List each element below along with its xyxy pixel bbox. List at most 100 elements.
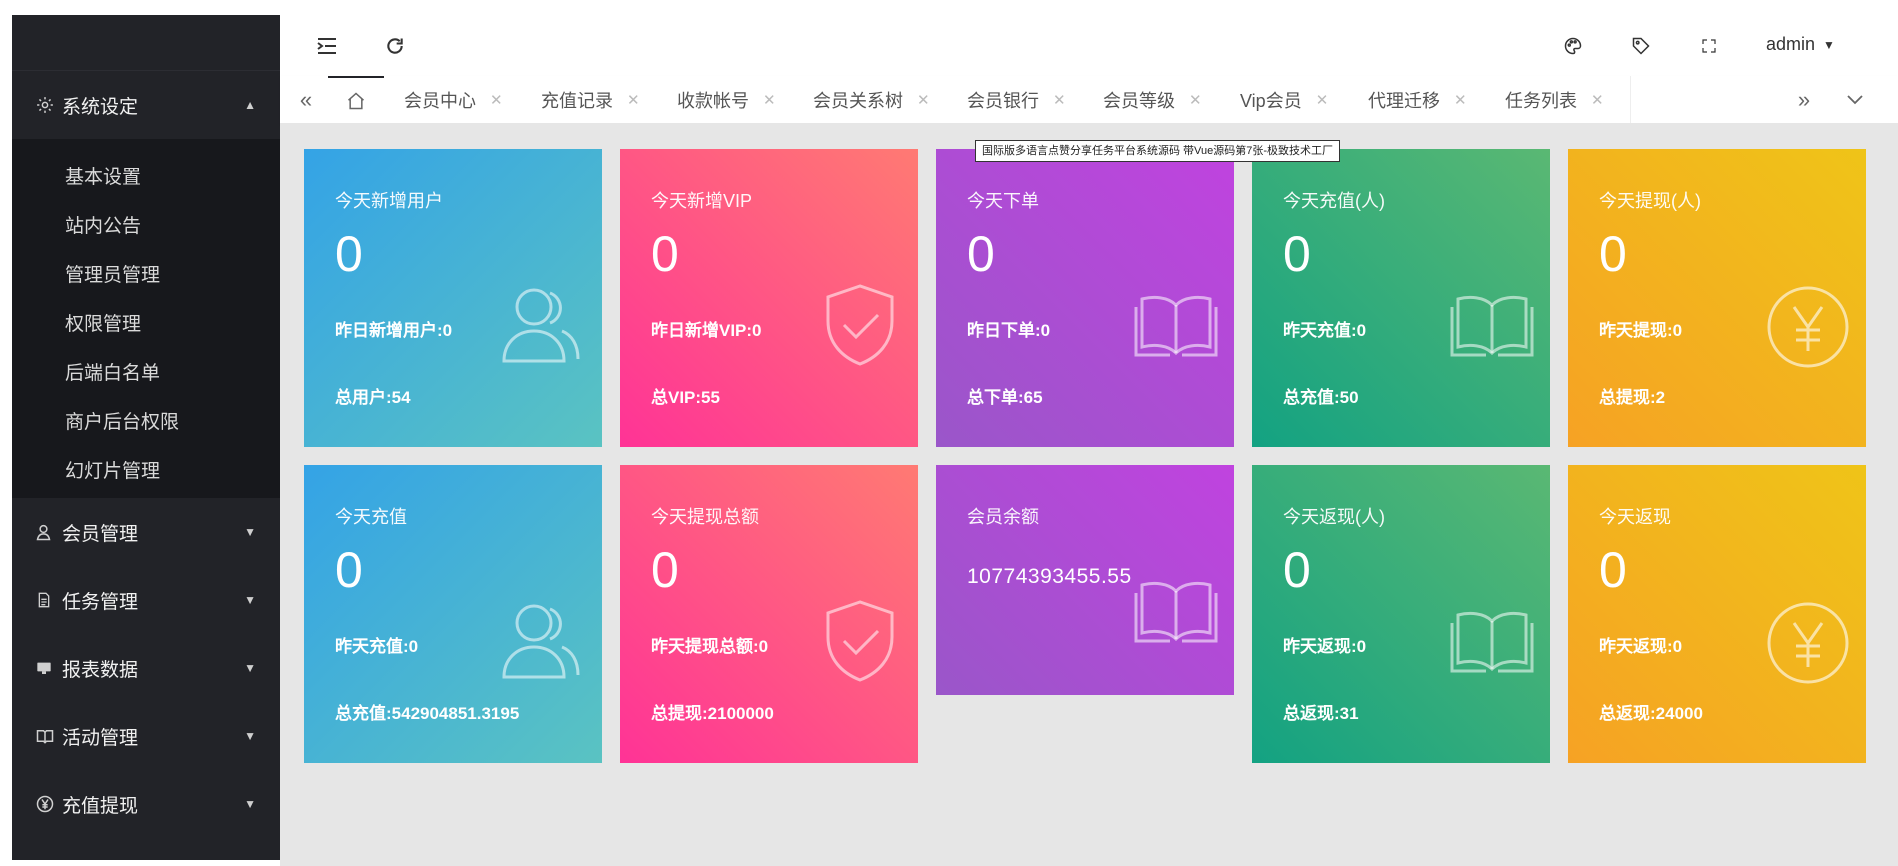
card-total: 总提现:2 bbox=[1599, 388, 1666, 407]
yen-circle-icon bbox=[1767, 602, 1849, 684]
shield-check-icon bbox=[826, 600, 894, 682]
card-total: 总用户:54 bbox=[335, 388, 411, 407]
card-yesterday: 昨天返现:0 bbox=[1283, 637, 1367, 656]
tab-member-tree[interactable]: 会员关系树 ✕ bbox=[813, 76, 930, 123]
card-title: 今天返现 bbox=[1599, 507, 1671, 527]
yen-icon bbox=[36, 795, 62, 813]
card-title: 今天提现(人) bbox=[1599, 191, 1701, 211]
tab-home[interactable] bbox=[328, 76, 384, 123]
close-icon[interactable]: ✕ bbox=[490, 91, 503, 109]
tab-member-banks[interactable]: 会员银行 ✕ bbox=[967, 76, 1066, 123]
sidebar-menu-label: 任务管理 bbox=[62, 591, 139, 613]
tab-agent-migration[interactable]: 代理迁移 ✕ bbox=[1368, 76, 1467, 123]
sidebar-item-slides[interactable]: 幻灯片管理 bbox=[12, 445, 280, 494]
sidebar-menu-recharge-withdraw[interactable]: 充值提现 ▼ bbox=[12, 770, 280, 838]
card-value: 0 bbox=[1283, 226, 1311, 282]
card-value: 0 bbox=[1283, 542, 1311, 598]
close-icon[interactable]: ✕ bbox=[627, 91, 640, 109]
sidebar-menu-activities[interactable]: 活动管理 ▼ bbox=[12, 702, 280, 770]
chevron-down-icon: ▼ bbox=[244, 593, 256, 607]
tab-label: 会员中心 bbox=[404, 90, 476, 111]
tab-label: 会员等级 bbox=[1103, 90, 1175, 111]
tab-label: 会员银行 bbox=[967, 90, 1039, 111]
sidebar-menu-label: 充值提现 bbox=[62, 795, 139, 817]
sidebar-item-merchant-permissions[interactable]: 商户后台权限 bbox=[12, 396, 280, 445]
gear-icon bbox=[36, 96, 62, 114]
card-yesterday: 昨日下单:0 bbox=[967, 321, 1051, 340]
tab-task-list[interactable]: 任务列表 ✕ bbox=[1505, 76, 1604, 123]
sidebar: 系统设定 ▲ 基本设置 站内公告 管理员管理 权限管理 后端白名单 商户后台权限… bbox=[12, 15, 280, 860]
card-total: 总下单:65 bbox=[967, 388, 1043, 407]
theme-palette-icon[interactable] bbox=[1560, 33, 1586, 59]
card-value: 0 bbox=[335, 542, 363, 598]
close-icon[interactable]: ✕ bbox=[1316, 91, 1329, 109]
chevron-up-icon: ▲ bbox=[244, 98, 256, 112]
stat-card-cashback-users: 今天返现(人) 0 昨天返现:0 总返现:31 bbox=[1252, 465, 1550, 763]
stat-card-withdraw-total: 今天提现总额 0 昨天提现总额:0 总提现:2100000 bbox=[620, 465, 918, 763]
stat-card-withdraw-users: 今天提现(人) 0 昨天提现:0 总提现:2 bbox=[1568, 149, 1866, 447]
sidebar-item-permissions[interactable]: 权限管理 bbox=[12, 298, 280, 347]
stat-card-new-users: 今天新增用户 0 昨日新增用户:0 总用户:54 bbox=[304, 149, 602, 447]
card-value: 0 bbox=[651, 226, 679, 282]
sidebar-menu-members[interactable]: 会员管理 ▼ bbox=[12, 498, 280, 566]
close-icon[interactable]: ✕ bbox=[917, 91, 930, 109]
fullscreen-icon[interactable] bbox=[1696, 33, 1722, 59]
tab-label: Vip会员 bbox=[1240, 90, 1302, 111]
tabs-dropdown-icon[interactable] bbox=[1840, 76, 1870, 123]
stat-card-recharge-users: 今天充值(人) 0 昨天充值:0 总充值:50 bbox=[1252, 149, 1550, 447]
close-icon[interactable]: ✕ bbox=[1591, 91, 1604, 109]
username: admin bbox=[1766, 34, 1816, 54]
card-value: 0 bbox=[1599, 226, 1627, 282]
refresh-icon[interactable] bbox=[382, 33, 408, 59]
card-title: 会员余额 bbox=[967, 507, 1039, 527]
tab-member-levels[interactable]: 会员等级 ✕ bbox=[1103, 76, 1202, 123]
tab-label: 收款帐号 bbox=[677, 90, 749, 111]
tab-label: 任务列表 bbox=[1505, 90, 1577, 111]
card-yesterday: 昨天充值:0 bbox=[335, 637, 419, 656]
tab-vip-members[interactable]: Vip会员 ✕ bbox=[1240, 76, 1328, 123]
card-value: 10774393455.55 bbox=[967, 565, 1132, 588]
card-title: 今天充值 bbox=[335, 507, 407, 527]
home-icon bbox=[348, 91, 364, 109]
card-title: 今天新增用户 bbox=[335, 191, 443, 211]
chevron-down-icon: ▼ bbox=[244, 661, 256, 675]
yen-circle-icon bbox=[1767, 286, 1849, 368]
stat-card-recharge-today: 今天充值 0 昨天充值:0 总充值:542904851.3195 bbox=[304, 465, 602, 763]
book-icon bbox=[1134, 295, 1218, 357]
sidebar-menu-reports[interactable]: 报表数据 ▼ bbox=[12, 634, 280, 702]
tab-bar: « 会员中心 ✕ 充值记录 ✕ 收款帐号 ✕ 会员关系树 ✕ 会员银行 ✕ 会员等级 ✕ V… bbox=[280, 76, 1898, 124]
tab-recharge-records[interactable]: 充值记录 ✕ bbox=[541, 76, 640, 123]
chevron-down-icon: ▼ bbox=[244, 797, 256, 811]
user-menu[interactable]: admin ▼ bbox=[1766, 34, 1835, 55]
card-total: 总返现:31 bbox=[1283, 704, 1359, 723]
card-value: 0 bbox=[651, 542, 679, 598]
sidebar-item-backend-whitelist[interactable]: 后端白名单 bbox=[12, 347, 280, 396]
close-icon[interactable]: ✕ bbox=[763, 91, 776, 109]
close-icon[interactable]: ✕ bbox=[1454, 91, 1467, 109]
tab-payment-accounts[interactable]: 收款帐号 ✕ bbox=[677, 76, 776, 123]
card-yesterday: 昨日新增VIP:0 bbox=[651, 321, 762, 340]
card-title: 今天新增VIP bbox=[651, 191, 753, 211]
menu-collapse-icon[interactable] bbox=[314, 33, 340, 59]
close-icon[interactable]: ✕ bbox=[1053, 91, 1066, 109]
tabs-scroll-left-icon[interactable]: « bbox=[294, 76, 318, 123]
sidebar-item-admin-management[interactable]: 管理员管理 bbox=[12, 249, 280, 298]
tabs-scroll-right-icon[interactable]: » bbox=[1792, 76, 1816, 123]
users-icon bbox=[502, 288, 580, 363]
sidebar-item-announcements[interactable]: 站内公告 bbox=[12, 200, 280, 249]
card-title: 今天充值(人) bbox=[1283, 191, 1385, 211]
card-total: 总充值:542904851.3195 bbox=[335, 704, 520, 723]
tag-icon[interactable] bbox=[1628, 33, 1654, 59]
card-yesterday: 昨天返现:0 bbox=[1599, 637, 1683, 656]
sidebar-menu-label: 系统设定 bbox=[62, 96, 139, 118]
card-yesterday: 昨日新增用户:0 bbox=[335, 321, 453, 340]
user-icon bbox=[36, 523, 62, 541]
sidebar-menu-tasks[interactable]: 任务管理 ▼ bbox=[12, 566, 280, 634]
sidebar-menu-system-settings[interactable]: 系统设定 ▲ bbox=[12, 71, 280, 139]
tab-divider bbox=[1630, 76, 1631, 123]
sidebar-submenu: 基本设置 站内公告 管理员管理 权限管理 后端白名单 商户后台权限 幻灯片管理 bbox=[12, 139, 280, 498]
tab-member-center[interactable]: 会员中心 ✕ bbox=[404, 76, 503, 123]
close-icon[interactable]: ✕ bbox=[1189, 91, 1202, 109]
card-yesterday: 昨天提现:0 bbox=[1599, 321, 1683, 340]
sidebar-item-basic-settings[interactable]: 基本设置 bbox=[12, 151, 280, 200]
